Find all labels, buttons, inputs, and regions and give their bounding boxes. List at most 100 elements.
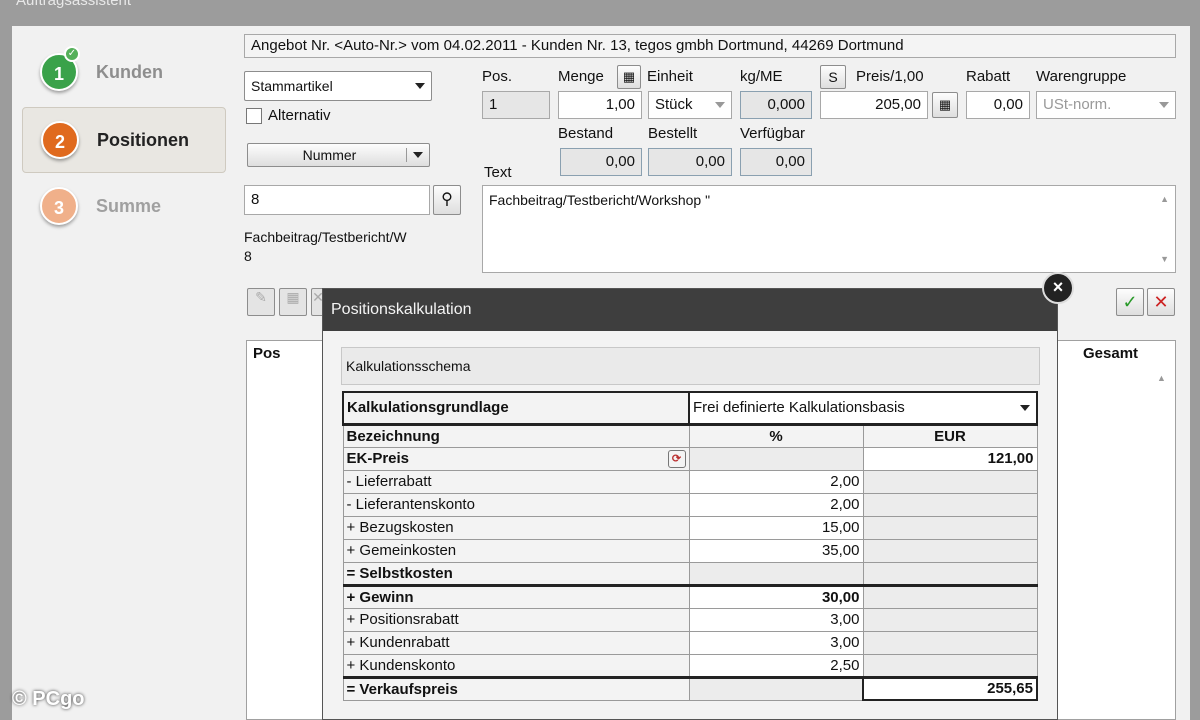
row-label: + Gemeinkosten (342, 538, 690, 563)
row-label: + Kundenrabatt (342, 630, 690, 655)
positionskalkulation-dialog: Positionskalkulation Kalkulationsschema … (322, 288, 1058, 720)
row-pct[interactable]: 30,00 (688, 583, 864, 609)
bestand-field: 0,00 (560, 148, 642, 176)
scroll-down-icon[interactable]: ▼ (1160, 254, 1169, 264)
row-ek-preis-label: EK-Preis (346, 450, 410, 467)
refresh-icon[interactable]: ⟳ (667, 449, 686, 468)
search-button[interactable]: ⚲ (433, 185, 461, 215)
step-1-label: Kunden (96, 62, 163, 82)
menge-label: Menge (558, 68, 604, 85)
verkaufspreis-value[interactable]: 255,65 (862, 675, 1038, 701)
pos-label: Pos. (482, 68, 513, 85)
einheit-label: Einheit (647, 68, 693, 85)
einheit-value: Stück (655, 96, 693, 113)
price-calc-button[interactable]: ▦ (932, 92, 958, 118)
row-eur (862, 469, 1038, 494)
row-pct[interactable]: 2,50 (688, 653, 864, 678)
verfuegbar-label: Verfügbar (740, 125, 806, 142)
close-icon: ✕ (1153, 292, 1169, 312)
row-pct[interactable]: 2,00 (688, 492, 864, 517)
row-eur (862, 653, 1038, 678)
checkmark-icon: ✓ (1122, 292, 1138, 312)
s-button[interactable]: S (820, 65, 846, 89)
chevron-down-icon (413, 152, 423, 158)
row-pct[interactable]: 3,00 (688, 607, 864, 632)
row-pct (688, 561, 864, 586)
step-2-label: Positionen (97, 130, 190, 150)
search-input[interactable]: 8 (244, 185, 430, 215)
header-info: Angebot Nr. <Auto-Nr.> vom 04.02.2011 - … (244, 34, 1176, 58)
cancel-button[interactable]: ✕ (1147, 288, 1175, 316)
grundlage-label: Kalkulationsgrundlage (342, 391, 690, 425)
grundlage-dropdown[interactable]: Frei definierte Kalkulationsbasis (688, 391, 1038, 425)
preis-label: Preis/1,00 (856, 68, 924, 85)
confirm-button[interactable]: ✓ (1116, 288, 1144, 316)
row-eur (862, 538, 1038, 563)
alternativ-label: Alternativ (268, 107, 331, 124)
kgme-label: kg/ME (740, 68, 783, 85)
col-percent: % (688, 422, 864, 448)
bestand-label: Bestand (558, 125, 614, 142)
step-summe[interactable]: 3 Summe (22, 174, 226, 240)
preis-field[interactable]: 205,00 (820, 91, 928, 119)
close-icon: × (1052, 277, 1064, 297)
window-title: Auftragsassistent (16, 0, 132, 9)
watermark: © PCgo (12, 688, 85, 710)
checkmark-icon: ✓ (64, 46, 80, 62)
row-label: + Positionsrabatt (342, 607, 690, 632)
new-icon: ✎ (255, 289, 267, 305)
article-type-dropdown[interactable]: Stammartikel (244, 71, 432, 101)
row-pct[interactable]: 35,00 (688, 538, 864, 563)
text-label: Text (484, 164, 512, 181)
search-icon: ⚲ (441, 191, 453, 208)
rabatt-field[interactable]: 0,00 (966, 91, 1030, 119)
scroll-up-icon[interactable]: ▲ (1157, 373, 1166, 383)
new-position-button[interactable]: ✎ (247, 288, 275, 316)
row-eur (862, 607, 1038, 632)
step-kunden[interactable]: 1 ✓ Kunden (22, 40, 226, 106)
row-label: - Lieferrabatt (342, 469, 690, 494)
step-3-label: Summe (96, 196, 162, 216)
chevron-down-icon (415, 83, 425, 89)
alternativ-checkbox[interactable] (246, 108, 262, 124)
article-desc-line2: 8 (244, 248, 252, 264)
einheit-dropdown[interactable]: Stück (648, 91, 732, 119)
close-dialog-button[interactable]: × (1042, 272, 1074, 304)
text-area[interactable]: Fachbeitrag/Testbericht/Workshop " ▲ ▼ (482, 185, 1176, 273)
row-label: EK-Preis ⟳ (342, 446, 690, 471)
row-eur (862, 515, 1038, 540)
kgme-field: 0,000 (740, 91, 812, 119)
text-area-value: Fachbeitrag/Testbericht/Workshop " (489, 192, 711, 208)
row-pct[interactable]: 2,00 (688, 469, 864, 494)
warengruppe-dropdown[interactable]: USt-norm. (1036, 91, 1176, 119)
col-pos-header: Pos (253, 345, 281, 362)
nummer-label: Nummer (302, 147, 357, 163)
row-label: = Verkaufspreis (342, 675, 690, 701)
bestellt-field: 0,00 (648, 148, 732, 176)
step-2-circle: 2 (41, 121, 79, 159)
schema-label: Kalkulationsschema (341, 347, 1040, 385)
nummer-button[interactable]: Nummer (247, 143, 430, 167)
row-ek-preis-pct (688, 446, 864, 471)
pos-field: 1 (482, 91, 550, 119)
row-pct[interactable]: 3,00 (688, 630, 864, 655)
row-eur (862, 561, 1038, 586)
chevron-down-icon (1159, 102, 1169, 108)
warengruppe-value: USt-norm. (1043, 96, 1112, 113)
scroll-up-icon[interactable]: ▲ (1160, 194, 1169, 204)
calc-table: Kalkulationsgrundlage Frei definierte Ka… (342, 391, 1038, 701)
col-gesamt-header: Gesamt (1083, 345, 1139, 362)
rabatt-label: Rabatt (966, 68, 1011, 85)
chevron-down-icon (715, 102, 725, 108)
row-label: = Selbstkosten (342, 561, 690, 586)
dialog-title: Positionskalkulation (323, 289, 1057, 331)
step-positionen[interactable]: 2 Positionen (22, 107, 226, 173)
row-label: + Bezugskosten (342, 515, 690, 540)
menge-field[interactable]: 1,00 (558, 91, 642, 119)
row-eur (862, 630, 1038, 655)
row-ek-preis-eur[interactable]: 121,00 (862, 446, 1038, 471)
row-pct[interactable]: 15,00 (688, 515, 864, 540)
row-label: - Lieferantenskonto (342, 492, 690, 517)
grid-toggle-button[interactable]: ▦ (279, 288, 307, 316)
calculator-button[interactable]: ▦ (617, 65, 641, 89)
